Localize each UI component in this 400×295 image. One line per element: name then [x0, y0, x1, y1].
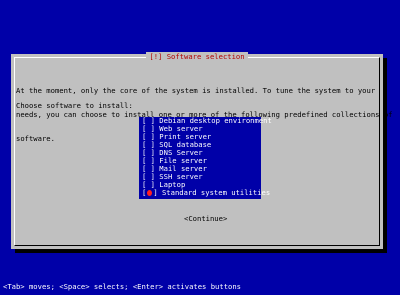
- software-selection-dialog: [!] Software selection At the moment, on…: [11, 52, 392, 249]
- checkbox[interactable]: []: [142, 188, 158, 197]
- software-checklist[interactable]: [ ] Debian desktop environment[ ] Web se…: [139, 117, 272, 199]
- software-option[interactable]: [] Standard system utilities: [139, 188, 270, 197]
- installer-screen: { "dialog": { "title": "[!] Software sel…: [0, 0, 400, 295]
- keyboard-help-bar: <Tab> moves; <Space> selects; <Enter> ac…: [3, 282, 241, 291]
- software-option-label: Standard system utilities: [157, 188, 271, 197]
- continue-button-row: <Continue>: [11, 207, 383, 231]
- software-prompt: Choose software to install:: [16, 101, 133, 110]
- dialog-title-bar: [!] Software selection: [11, 52, 383, 61]
- description-line: At the moment, only the core of the syst…: [16, 86, 376, 95]
- selection-cursor-icon: [147, 190, 153, 196]
- dialog-title: [!] Software selection: [146, 52, 248, 61]
- continue-button[interactable]: <Continue>: [184, 214, 227, 223]
